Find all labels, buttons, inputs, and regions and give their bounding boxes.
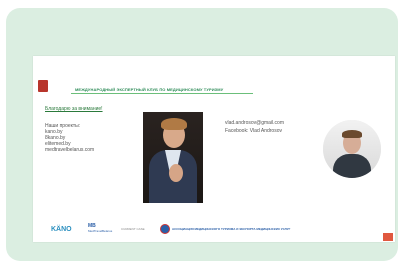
medtravel-logo: MB MedTravelBelarus [88,223,112,233]
presentation-slide: МЕЖДУНАРОДНЫЙ ЭКСПЕРТНЫЙ КЛУБ ПО МЕДИЦИН… [33,56,395,242]
project-item: medtravelbelarus.com [45,147,95,153]
club-logo [38,80,48,92]
association-icon [160,224,170,234]
header-divider [71,93,253,94]
projects-list: Наши проекты: kano.by 8kano.by elitemed.… [45,123,94,153]
association-label: АССОЦИАЦИЯ МЕДИЦИНСКОГО ТУРИЗМА И ЭКСПОР… [172,227,291,231]
contact-facebook: Facebook: Vlad Androsov [225,128,282,134]
speaker-portrait [143,112,203,203]
partner-logo: CURRENT CASE [121,227,145,231]
club-title: МЕЖДУНАРОДНЫЙ ЭКСПЕРТНЫЙ КЛУБ ПО МЕДИЦИН… [75,87,224,92]
contact-email: vlad.androsov@gmail.com [225,120,284,126]
medtravel-label: MedTravelBelarus [88,229,113,233]
kano-logo: KÄNO [51,226,72,233]
contact-info: vlad.androsov@gmail.com Facebook: Vlad A… [225,119,284,135]
thanks-text: Благодарю за внимание! [45,106,103,112]
slide-corner-mark [383,233,393,241]
presentation-frame: МЕЖДУНАРОДНЫЙ ЭКСПЕРТНЫЙ КЛУБ ПО МЕДИЦИН… [6,8,398,261]
webcam-video [323,120,381,178]
